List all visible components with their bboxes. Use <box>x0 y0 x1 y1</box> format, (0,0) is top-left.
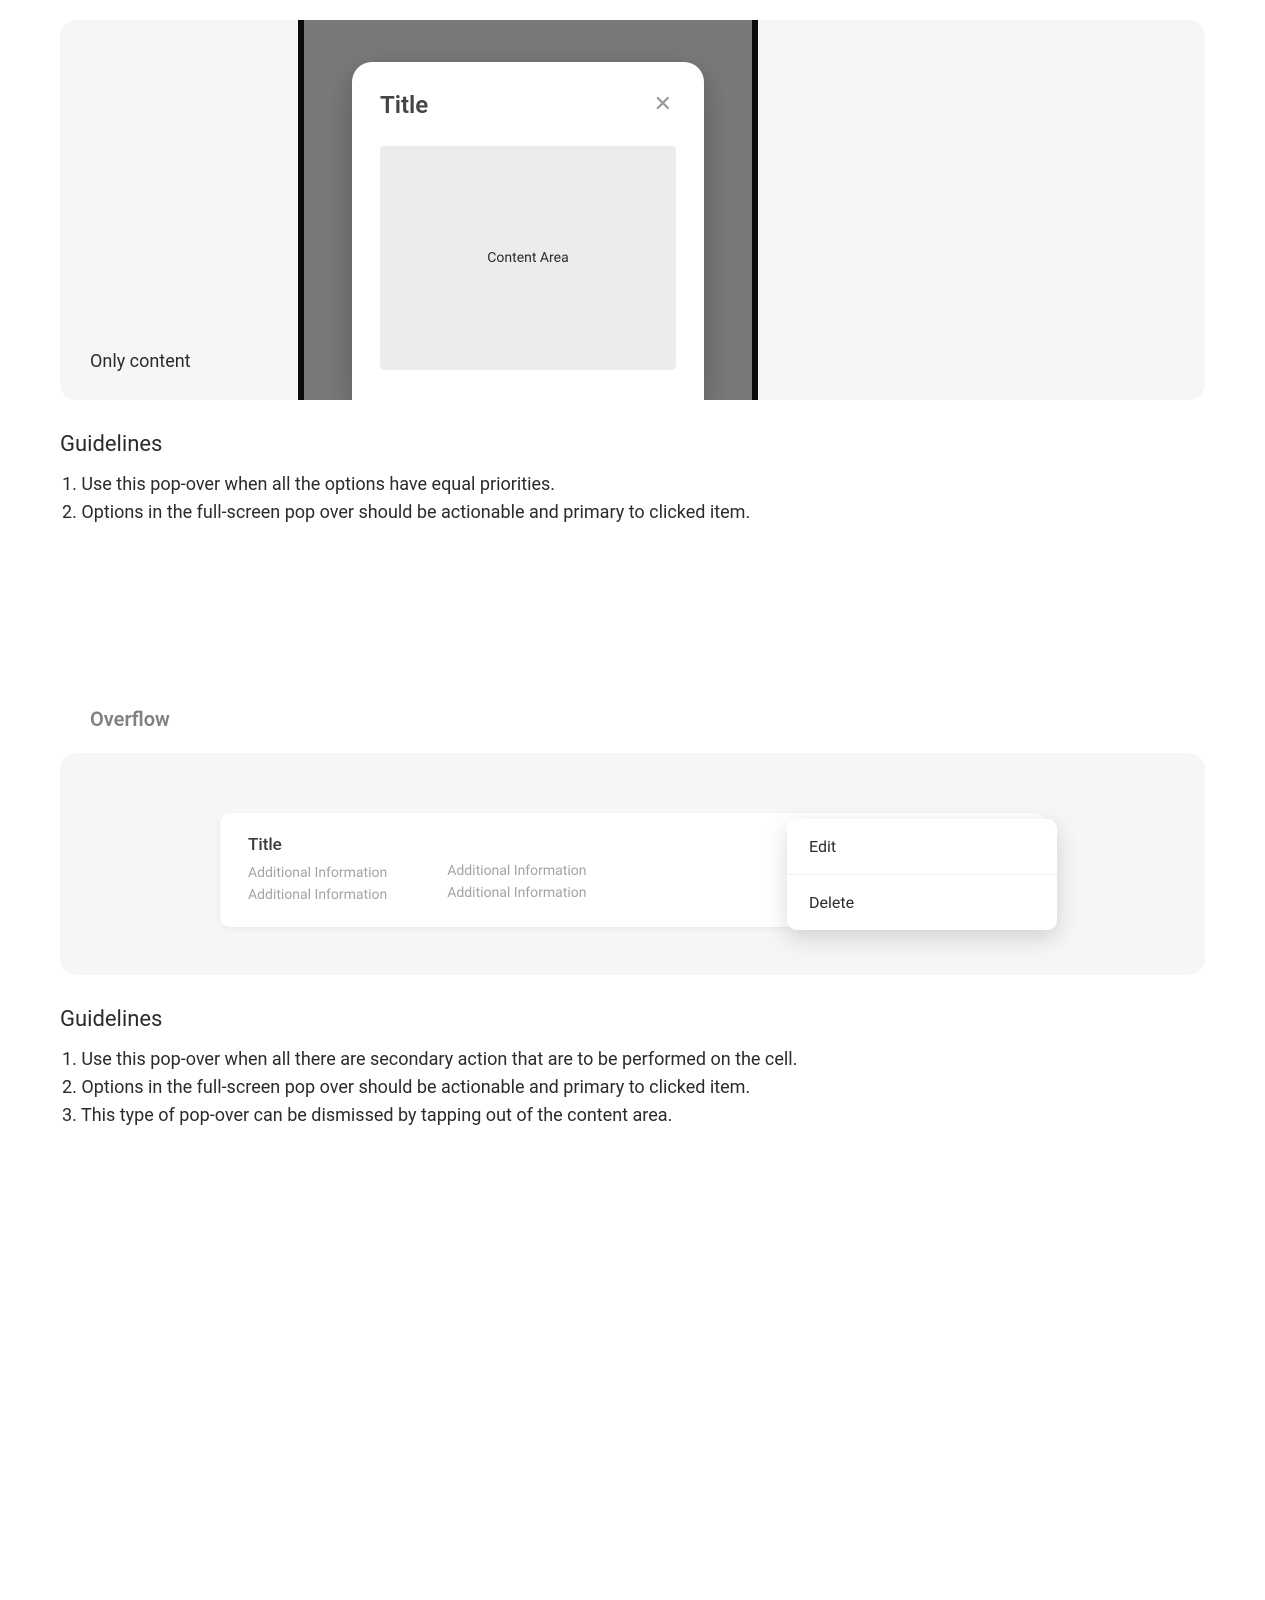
overflow-popover-menu: Edit Delete <box>787 819 1057 930</box>
popover-header: Title ✕ <box>380 90 676 120</box>
cell-subtext: Additional Information <box>447 863 586 879</box>
popover-title: Title <box>380 91 428 119</box>
close-icon[interactable]: ✕ <box>650 90 676 120</box>
menu-item-delete[interactable]: Delete <box>787 875 1057 930</box>
guidelines-item: 1. Use this pop-over when all the option… <box>62 471 1205 499</box>
content-area-placeholder: Content Area <box>380 146 676 370</box>
device-mock-strip: Title ✕ Content Area <box>298 20 758 400</box>
only-content-caption: Only content <box>90 351 191 372</box>
popover-card: Title ✕ Content Area <box>352 62 704 400</box>
overflow-example-frame: Title Additional Information Additional … <box>60 753 1205 975</box>
guidelines-heading: Guidelines <box>60 1007 1205 1032</box>
guidelines-block-2: Guidelines 1. Use this pop-over when all… <box>60 1007 1205 1130</box>
overflow-section-label: Overflow <box>90 707 1265 731</box>
cell-title: Title <box>248 835 387 855</box>
guidelines-heading: Guidelines <box>60 432 1205 457</box>
only-content-example-frame: Only content Title ✕ Content Area <box>60 20 1205 400</box>
guidelines-item: 1. Use this pop-over when all there are … <box>62 1046 1205 1074</box>
guidelines-block-1: Guidelines 1. Use this pop-over when all… <box>60 432 1205 527</box>
cell-subtext: Additional Information <box>248 865 387 881</box>
cell-column-1: Title Additional Information Additional … <box>248 835 387 903</box>
guidelines-item: 2. Options in the full-screen pop over s… <box>62 499 1205 527</box>
guidelines-list: 1. Use this pop-over when all the option… <box>60 471 1205 527</box>
list-cell: Title Additional Information Additional … <box>220 813 1045 927</box>
guidelines-item: 3. This type of pop-over can be dismisse… <box>62 1102 1205 1130</box>
guidelines-list: 1. Use this pop-over when all there are … <box>60 1046 1205 1130</box>
guidelines-item: 2. Options in the full-screen pop over s… <box>62 1074 1205 1102</box>
cell-subtext: Additional Information <box>248 887 387 903</box>
cell-subtext: Additional Information <box>447 885 586 901</box>
cell-column-2: Additional Information Additional Inform… <box>447 835 586 903</box>
menu-item-edit[interactable]: Edit <box>787 819 1057 875</box>
